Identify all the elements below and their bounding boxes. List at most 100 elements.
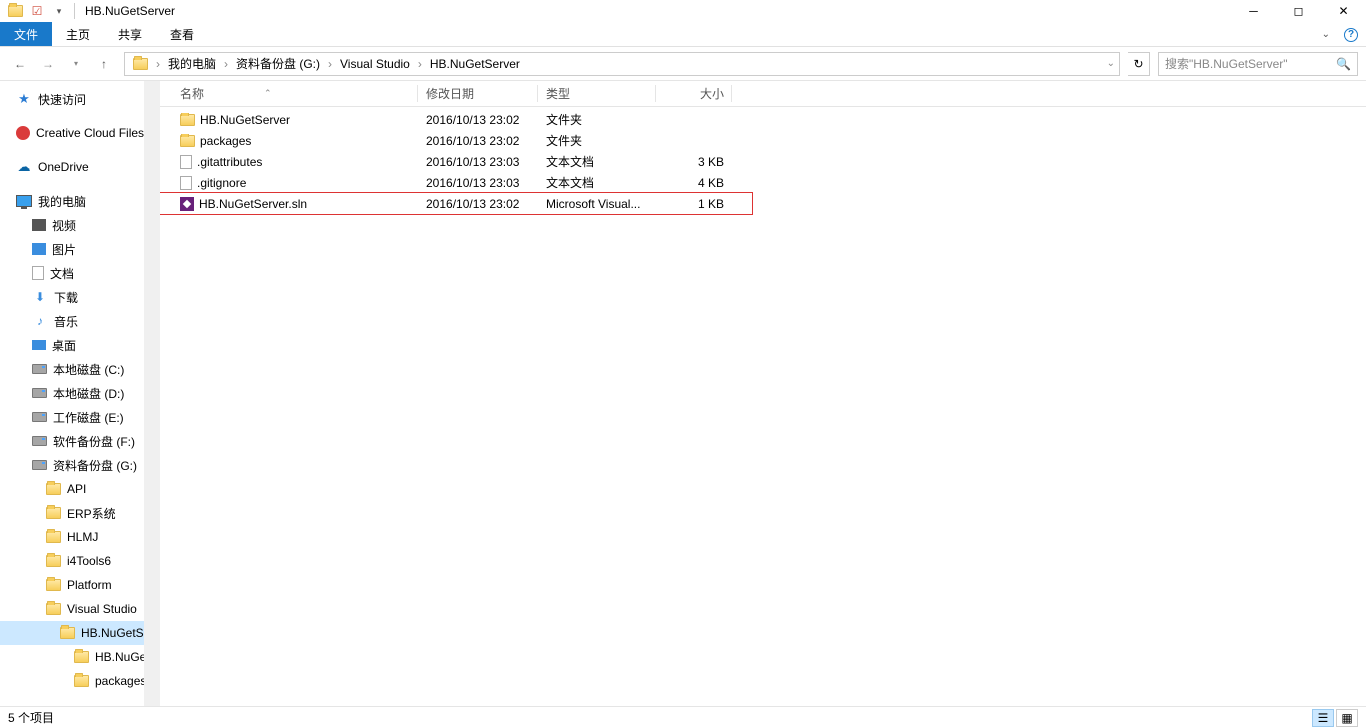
close-button[interactable]: ✕ <box>1321 0 1366 22</box>
folder-icon <box>74 651 89 663</box>
breadcrumb-root-icon <box>133 58 148 70</box>
sidebar-drive-g[interactable]: 资料备份盘 (G:) <box>0 453 159 477</box>
up-button[interactable]: ↑ <box>92 52 116 76</box>
sidebar-label: Visual Studio <box>67 602 137 616</box>
sidebar-label: i4Tools6 <box>67 554 111 568</box>
minimize-button[interactable]: ─ <box>1231 0 1276 22</box>
qat-properties-icon[interactable]: ☑ <box>26 0 48 22</box>
breadcrumb[interactable]: › 我的电脑 › 资料备份盘 (G:) › Visual Studio › HB… <box>124 52 1120 76</box>
recent-dropdown[interactable]: ▾ <box>64 52 88 76</box>
column-size[interactable]: 大小 <box>656 81 732 106</box>
file-row[interactable]: HB.NuGetServer2016/10/13 23:02文件夹 <box>160 109 1366 130</box>
file-type: 文件夹 <box>538 132 656 149</box>
sidebar-drive-e[interactable]: 工作磁盘 (E:) <box>0 405 159 429</box>
drive-icon <box>32 364 47 374</box>
sidebar-folder-api[interactable]: API <box>0 477 159 501</box>
file-size: 1 KB <box>656 197 732 211</box>
sidebar-my-pc[interactable]: 我的电脑 <box>0 189 159 213</box>
forward-button[interactable]: → <box>36 52 60 76</box>
chevron-right-icon[interactable]: › <box>222 57 230 71</box>
folder-icon <box>46 531 61 543</box>
sidebar-drive-f[interactable]: 软件备份盘 (F:) <box>0 429 159 453</box>
sidebar-creative-cloud[interactable]: Creative Cloud Files <box>0 121 159 145</box>
drive-icon <box>32 460 47 470</box>
file-type: 文本文档 <box>538 174 656 191</box>
chevron-right-icon[interactable]: › <box>154 57 162 71</box>
back-button[interactable]: ← <box>8 52 32 76</box>
column-date[interactable]: 修改日期 <box>418 81 538 106</box>
maximize-button[interactable]: ◻ <box>1276 0 1321 22</box>
file-type: 文件夹 <box>538 111 656 128</box>
tab-home[interactable]: 主页 <box>52 22 104 46</box>
sidebar-videos[interactable]: 视频 <box>0 213 159 237</box>
sidebar-label: 本地磁盘 (C:) <box>53 361 124 378</box>
sidebar-folder-i4tools[interactable]: i4Tools6 <box>0 549 159 573</box>
chevron-right-icon[interactable]: › <box>326 57 334 71</box>
sidebar-folder-packages[interactable]: packages <box>0 669 159 693</box>
picture-icon <box>32 243 46 255</box>
sidebar-downloads[interactable]: ⬇下载 <box>0 285 159 309</box>
sidebar-folder-vs[interactable]: Visual Studio <box>0 597 159 621</box>
sidebar-folder-platform[interactable]: Platform <box>0 573 159 597</box>
file-type: 文本文档 <box>538 153 656 170</box>
sidebar-folder-nuget[interactable]: HB.NuGetServer <box>0 621 159 645</box>
document-icon <box>32 266 44 280</box>
sidebar-desktop[interactable]: 桌面 <box>0 333 159 357</box>
file-date: 2016/10/13 23:02 <box>418 113 538 127</box>
sidebar-music[interactable]: ♪音乐 <box>0 309 159 333</box>
tab-file[interactable]: 文件 <box>0 22 52 46</box>
breadcrumb-seg[interactable]: HB.NuGetServer <box>424 53 526 75</box>
sidebar: ★快速访问 Creative Cloud Files ☁OneDrive 我的电… <box>0 81 160 693</box>
drive-icon <box>32 436 47 446</box>
file-row[interactable]: .gitignore 2016/10/13 23:03文本文档4 KB <box>160 172 1366 193</box>
cloud-icon: ☁ <box>16 159 32 175</box>
tab-view[interactable]: 查看 <box>156 22 208 46</box>
help-icon[interactable]: ? <box>1344 28 1358 42</box>
video-icon <box>32 219 46 231</box>
view-details-button[interactable]: ☰ <box>1312 709 1334 727</box>
file-row[interactable]: HB.NuGetServer.sln2016/10/13 23:02Micros… <box>160 193 752 214</box>
file-date: 2016/10/13 23:02 <box>418 197 538 211</box>
sidebar-pictures[interactable]: 图片 <box>0 237 159 261</box>
column-headers: 名称⌃ 修改日期 类型 大小 <box>160 81 1366 107</box>
sidebar-quick-access[interactable]: ★快速访问 <box>0 87 159 111</box>
breadcrumb-seg[interactable]: Visual Studio <box>334 53 416 75</box>
file-type: Microsoft Visual... <box>538 197 656 211</box>
sidebar-onedrive[interactable]: ☁OneDrive <box>0 155 159 179</box>
sidebar-label: 资料备份盘 (G:) <box>53 457 137 474</box>
search-box[interactable]: 🔍 <box>1158 52 1358 76</box>
view-icons-button[interactable]: ▦ <box>1336 709 1358 727</box>
sidebar-folder-hlmj[interactable]: HLMJ <box>0 525 159 549</box>
folder-icon <box>74 675 89 687</box>
sidebar-documents[interactable]: 文档 <box>0 261 159 285</box>
ribbon-collapse-icon[interactable]: ⌄ <box>1322 29 1330 40</box>
file-size: 4 KB <box>656 176 732 190</box>
sidebar-scrollbar[interactable] <box>144 81 160 706</box>
file-name: .gitattributes <box>197 155 262 169</box>
refresh-button[interactable]: ↻ <box>1128 52 1150 76</box>
breadcrumb-seg[interactable]: 我的电脑 <box>162 53 222 75</box>
file-row[interactable]: packages2016/10/13 23:02文件夹 <box>160 130 1366 151</box>
file-icon <box>180 176 192 190</box>
qat-dropdown-icon[interactable]: ▾ <box>48 0 70 22</box>
file-row[interactable]: .gitattributes2016/10/13 23:03文本文档3 KB <box>160 151 1366 172</box>
tab-share[interactable]: 共享 <box>104 22 156 46</box>
search-icon[interactable]: 🔍 <box>1336 57 1351 71</box>
sidebar-drive-d[interactable]: 本地磁盘 (D:) <box>0 381 159 405</box>
chevron-right-icon[interactable]: › <box>416 57 424 71</box>
breadcrumb-seg[interactable]: 资料备份盘 (G:) <box>230 53 326 75</box>
sidebar-label: 图片 <box>52 241 76 258</box>
column-type[interactable]: 类型 <box>538 81 656 106</box>
file-date: 2016/10/13 23:03 <box>418 176 538 190</box>
sidebar-drive-c[interactable]: 本地磁盘 (C:) <box>0 357 159 381</box>
search-input[interactable] <box>1165 57 1325 71</box>
folder-icon <box>60 627 75 639</box>
file-icon <box>180 155 192 169</box>
breadcrumb-dropdown-icon[interactable]: ⌄ <box>1105 58 1117 69</box>
sidebar-label: 软件备份盘 (F:) <box>53 433 135 450</box>
sidebar-label: 快速访问 <box>38 91 86 108</box>
column-name[interactable]: 名称⌃ <box>160 81 418 106</box>
file-name: .gitignore <box>197 176 246 190</box>
sidebar-folder-erp[interactable]: ERP系统 <box>0 501 159 525</box>
sidebar-folder-nuget-inner[interactable]: HB.NuGetServer <box>0 645 159 669</box>
